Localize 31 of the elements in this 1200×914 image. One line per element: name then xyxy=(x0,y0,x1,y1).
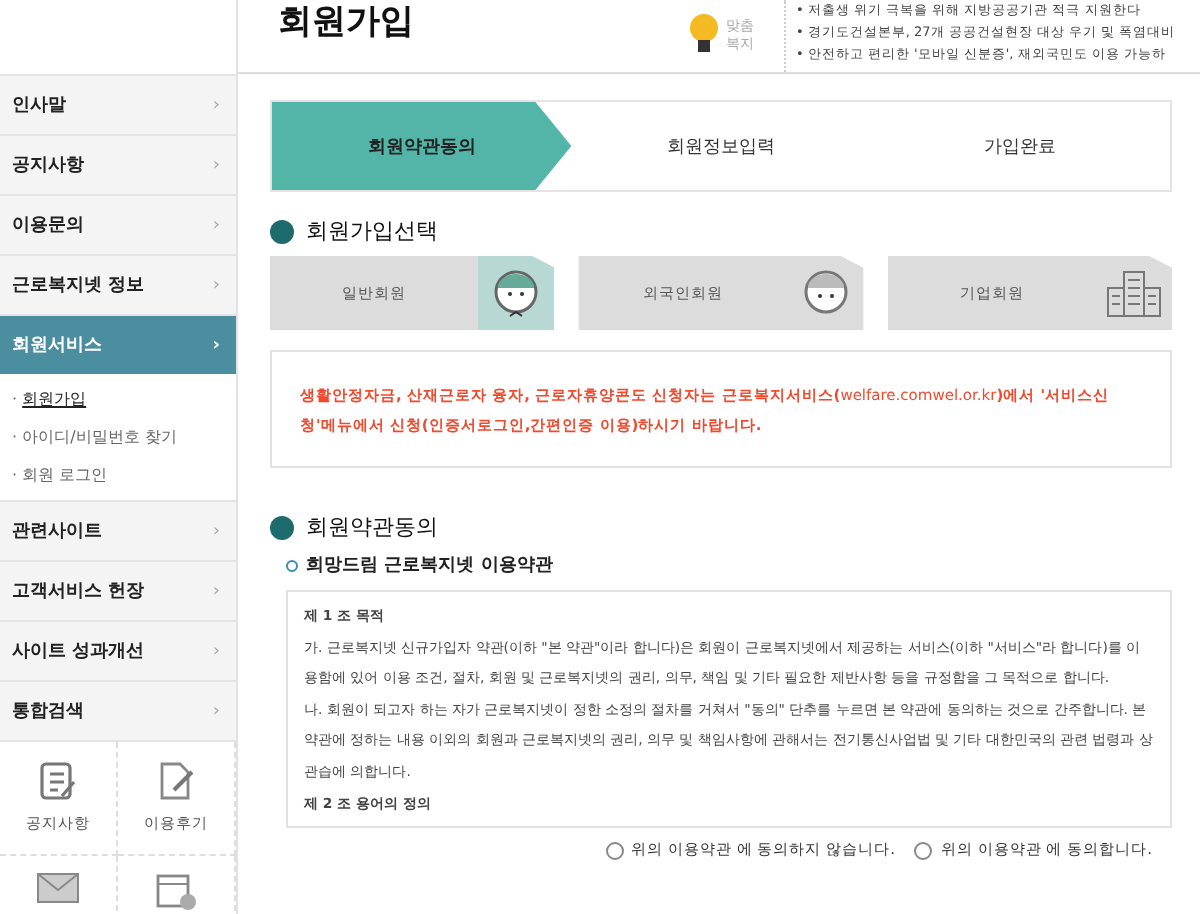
calendar-icon[interactable] xyxy=(154,872,198,912)
bullet-mark: · xyxy=(12,466,18,484)
sidebar-item[interactable]: 인사말 › xyxy=(0,74,236,134)
submenu-link[interactable]: 회원 로그인 xyxy=(22,466,108,484)
sidebar-item[interactable]: 사이트 성과개선 › xyxy=(0,620,236,680)
sidebar-item[interactable]: 근로복지넷 정보 › xyxy=(0,254,236,314)
submenu-link[interactable]: 아이디/비밀번호 찾기 xyxy=(22,428,177,446)
section-title: 회원약관동의 xyxy=(306,512,438,542)
page-title: 회원가입 xyxy=(278,0,416,44)
sidebar-item[interactable]: 회원서비스 › xyxy=(0,314,236,374)
sidebar-item[interactable]: 공지사항 › xyxy=(0,134,236,194)
step-label: 회원정보입력 xyxy=(667,135,775,159)
terms-title: 희망드림 근로복지넷 이용약관 xyxy=(306,554,553,578)
step-label: 회원약관동의 xyxy=(367,135,476,159)
building-icon xyxy=(1103,267,1164,319)
radio-button[interactable] xyxy=(914,841,933,859)
envelope-icon[interactable] xyxy=(36,872,80,904)
sidebar-item[interactable]: 통합검색 › xyxy=(0,680,236,740)
face-icon xyxy=(492,267,541,319)
radio-button[interactable] xyxy=(605,841,624,859)
face-icon xyxy=(801,267,850,319)
section-title: 회원가입선택 xyxy=(306,216,438,246)
clipboard-icon[interactable] xyxy=(36,758,80,802)
step-label: 가입완료 xyxy=(984,135,1057,159)
sidebar-item[interactable]: 관련사이트 › xyxy=(0,500,236,560)
bullet-mark: · xyxy=(12,428,18,446)
sidebar-item[interactable]: 고객서비스 헌장 › xyxy=(0,560,236,620)
bullet-icon xyxy=(286,559,298,571)
bullet-mark: · xyxy=(12,390,18,408)
submenu-link[interactable]: 회원가입 xyxy=(22,390,87,408)
sidebar-item[interactable]: 이용문의 › xyxy=(0,194,236,254)
